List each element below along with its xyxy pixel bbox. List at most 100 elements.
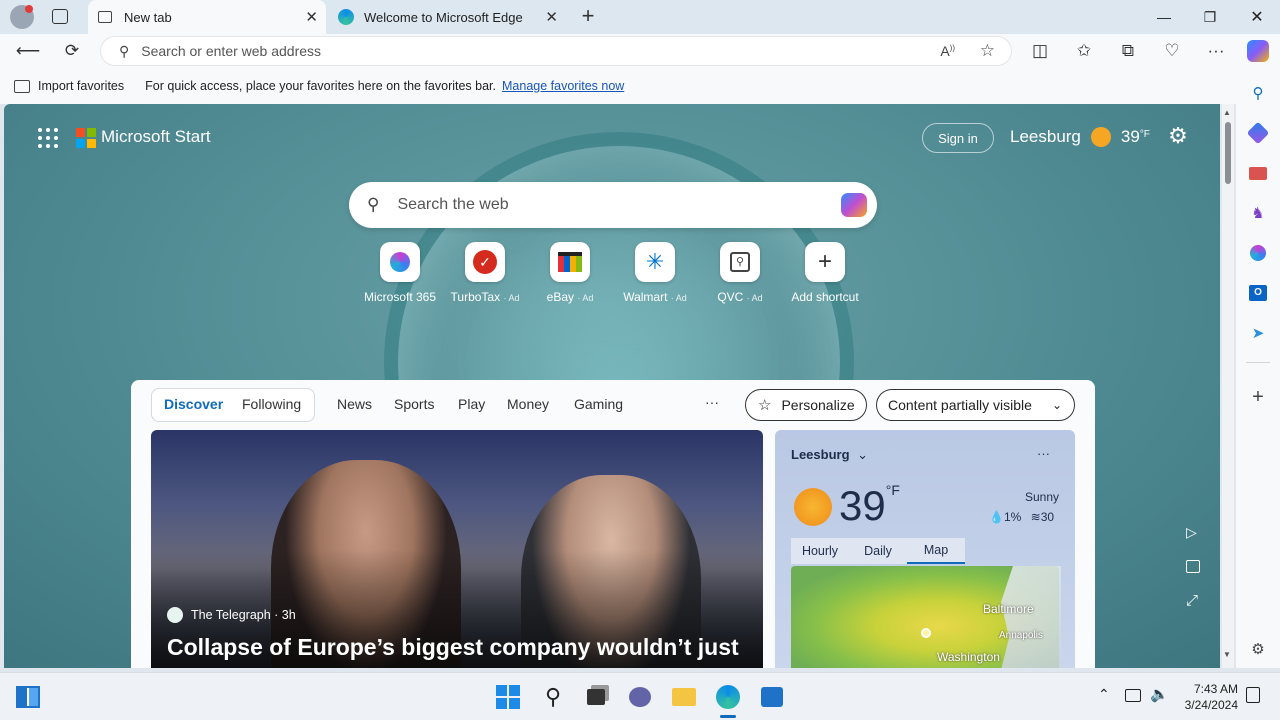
news-feed: Discover Following News Sports Play Mone… <box>131 380 1095 668</box>
weather-tab-daily[interactable]: Daily <box>849 538 907 564</box>
collections-icon[interactable]: ⧉ <box>1112 36 1144 66</box>
search-icon[interactable]: ⚲ <box>539 683 567 711</box>
restore-button[interactable]: ❐ <box>1187 0 1233 34</box>
favorites-icon[interactable]: ✩ <box>1068 36 1100 66</box>
sign-in-button[interactable]: Sign in <box>922 123 994 153</box>
tab-following[interactable]: Following <box>242 396 301 412</box>
new-tab-button[interactable]: + <box>576 4 600 28</box>
start-icon[interactable] <box>494 683 522 711</box>
close-tab-icon[interactable]: ✕ <box>305 8 318 26</box>
tab-sports[interactable]: Sports <box>394 396 434 412</box>
tab-news[interactable]: News <box>337 396 372 412</box>
show-hidden-icons[interactable]: ⌃ <box>1098 686 1110 703</box>
volume-icon[interactable]: 🔈 <box>1150 685 1169 703</box>
hero-headline[interactable]: Collapse of Europe’s biggest company wou… <box>167 634 739 661</box>
weather-more-icon[interactable]: ··· <box>1037 446 1050 461</box>
read-aloud-icon[interactable]: A)) <box>940 43 955 59</box>
teams-chat-icon[interactable] <box>626 683 654 711</box>
file-explorer-icon[interactable] <box>670 683 698 711</box>
tab-gaming[interactable]: Gaming <box>574 396 623 412</box>
outlook-icon[interactable]: O <box>1247 282 1269 304</box>
refresh-button[interactable]: ⟳ <box>56 36 88 66</box>
copilot-icon[interactable] <box>1242 36 1274 66</box>
scroll-down-arrow[interactable]: ▼ <box>1223 650 1231 659</box>
shortcut-label: Microsoft 365 <box>363 290 437 304</box>
tab-money[interactable]: Money <box>507 396 549 412</box>
web-search-box[interactable]: ⚲ Search the web <box>349 182 877 228</box>
shortcut-label: eBay <box>546 290 574 304</box>
tab-play[interactable]: Play <box>458 396 485 412</box>
task-view-icon[interactable] <box>582 683 610 711</box>
more-menu-icon[interactable]: ··· <box>1200 36 1232 66</box>
minimize-button[interactable]: — <box>1141 0 1187 34</box>
favorites-bar: Import favorites For quick access, place… <box>0 68 1280 104</box>
import-favorites-link[interactable]: Import favorites <box>38 79 124 93</box>
tab-discover[interactable]: Discover <box>164 396 223 412</box>
expand-icon[interactable]: ⤢ <box>1186 592 1198 609</box>
app-launcher-icon[interactable] <box>38 128 58 148</box>
sidebar-settings-icon[interactable]: ⚙ <box>1247 638 1269 660</box>
shortcut-ebay[interactable]: eBay · Ad <box>525 242 615 304</box>
close-tab-icon[interactable]: ✕ <box>545 8 558 26</box>
hero-source[interactable]: The Telegraph · 3h <box>167 607 296 623</box>
tab-strip: New tab ✕ Welcome to Microsoft Edge ✕ + … <box>0 0 1280 34</box>
shortcut-add[interactable]: + Add shortcut <box>780 242 870 304</box>
weather-tab-hourly[interactable]: Hourly <box>791 538 849 564</box>
tab-new-tab[interactable]: New tab ✕ <box>88 0 326 34</box>
page-scrollbar[interactable]: ▲ ▼ <box>1222 104 1234 668</box>
edge-taskbar-icon[interactable] <box>714 683 742 711</box>
shortcut-walmart[interactable]: ✳ Walmart · Ad <box>610 242 700 304</box>
weather-location[interactable]: Leesburg ⌄ <box>791 447 868 463</box>
shortcut-microsoft-365[interactable]: Microsoft 365 <box>355 242 445 304</box>
shortcut-turbotax[interactable]: ✓ TurboTax · Ad <box>440 242 530 304</box>
scroll-thumb[interactable] <box>1225 122 1231 184</box>
add-sidebar-app-icon[interactable]: + <box>1247 386 1269 408</box>
drop-icon[interactable]: ➤ <box>1247 322 1269 344</box>
profile-avatar[interactable] <box>10 5 34 29</box>
split-screen-icon[interactable]: ◫ <box>1024 36 1056 66</box>
microsoft-365-icon[interactable] <box>1247 242 1269 264</box>
weather-temp: 39°F <box>839 482 900 530</box>
personalize-button[interactable]: ☆ Personalize <box>745 389 867 421</box>
browser-toolbar: ⟵ ⟳ ⚲ Search or enter web address A)) ☆ … <box>0 34 1280 68</box>
shortcut-qvc[interactable]: ⚲ QVC · Ad <box>695 242 785 304</box>
page-settings-icon[interactable]: ⚙ <box>1164 122 1192 150</box>
manage-favorites-link[interactable]: Manage favorites now <box>502 79 624 93</box>
back-button[interactable]: ⟵ <box>12 36 44 66</box>
windows-taskbar: ⚲ ⌃ 🔈 7:43 AM 3/24/2024 <box>0 672 1280 720</box>
notifications-icon[interactable] <box>1246 687 1260 703</box>
microsoft-logo-icon <box>76 128 96 148</box>
more-tabs-icon[interactable]: ··· <box>705 394 719 410</box>
visibility-label: Content partially visible <box>888 397 1032 413</box>
weather-tab-map[interactable]: Map <box>907 538 965 564</box>
search-icon[interactable]: ⚲ <box>1247 82 1269 104</box>
tab-welcome-edge[interactable]: Welcome to Microsoft Edge ✕ <box>328 0 566 34</box>
shopping-tag-icon[interactable] <box>1246 121 1270 145</box>
brand-title[interactable]: Microsoft Start <box>101 127 211 147</box>
map-city-dot <box>921 628 931 638</box>
tab-actions-icon[interactable] <box>52 9 68 24</box>
ebay-bag-icon <box>550 242 590 282</box>
header-temp: 39 <box>1120 127 1140 146</box>
favorite-star-icon[interactable]: ☆ <box>980 41 995 61</box>
browser-essentials-icon[interactable]: ♡ <box>1156 36 1188 66</box>
background-image-icon[interactable] <box>1186 560 1200 573</box>
clock[interactable]: 7:43 AM 3/24/2024 <box>1176 681 1238 713</box>
import-favorites-icon <box>14 79 30 93</box>
sun-icon <box>1090 127 1111 147</box>
weather-map[interactable]: Baltimore Annapolis Washington <box>791 566 1061 668</box>
scroll-up-arrow[interactable]: ▲ <box>1223 108 1231 117</box>
content-visibility-dropdown[interactable]: Content partially visible ⌄ <box>876 389 1075 421</box>
address-bar[interactable]: ⚲ Search or enter web address A)) ☆ <box>100 36 1012 66</box>
header-weather[interactable]: Leesburg 39 °F <box>1010 127 1150 147</box>
tools-icon[interactable] <box>1247 162 1269 184</box>
hero-article[interactable]: The Telegraph · 3h Collapse of Europe’s … <box>151 430 763 668</box>
games-icon[interactable]: ♞ <box>1247 202 1269 224</box>
store-icon[interactable] <box>758 683 786 711</box>
address-placeholder: Search or enter web address <box>141 43 322 59</box>
copilot-search-icon[interactable] <box>841 193 867 217</box>
widgets-icon[interactable] <box>14 683 42 711</box>
display-icon[interactable] <box>1125 689 1141 702</box>
close-window-button[interactable]: ✕ <box>1234 0 1280 34</box>
play-video-icon[interactable]: ▷ <box>1186 524 1197 541</box>
